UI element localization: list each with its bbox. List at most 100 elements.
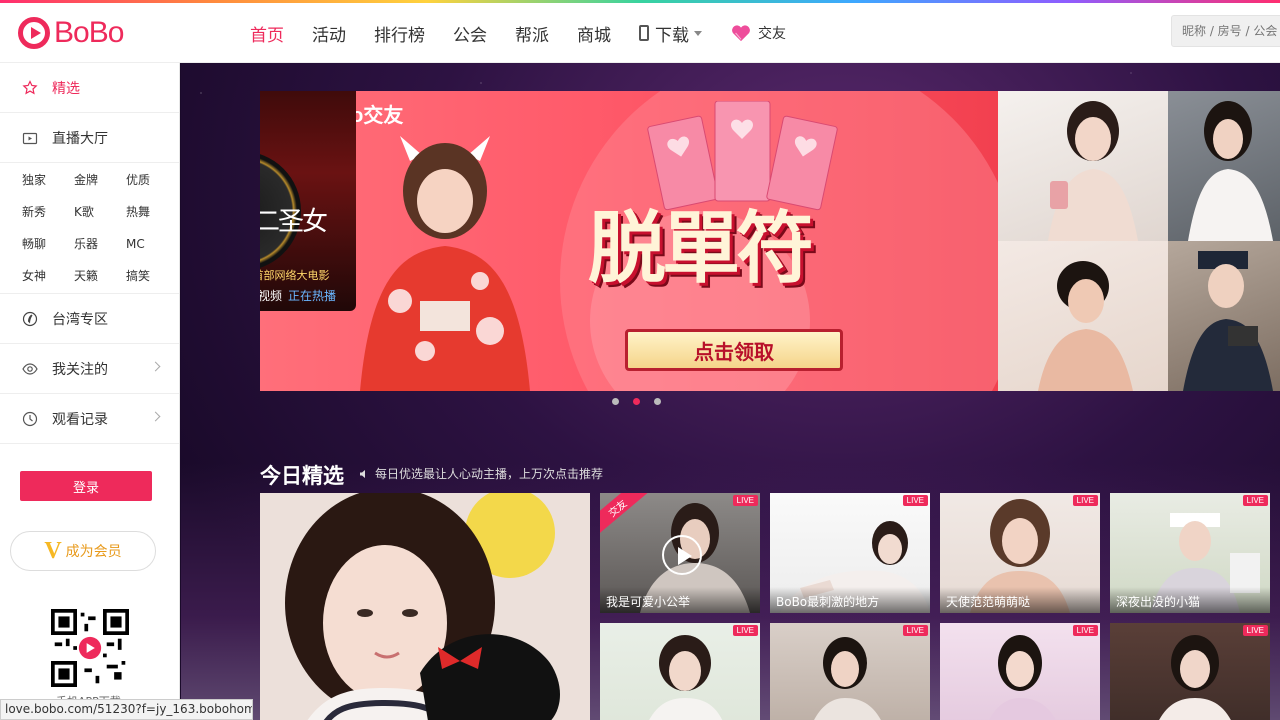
- thumbnail[interactable]: [1168, 241, 1280, 391]
- vip-v-icon: V: [44, 537, 62, 564]
- card-caption: 我是可爱小公举: [600, 587, 760, 613]
- poster-source: 腾讯视频 正在热播: [260, 287, 336, 304]
- browser-status-bar: love.bobo.com/51230?f=jy_163.bobohome: [0, 699, 253, 720]
- logo-text: BoBo: [54, 16, 124, 49]
- live-badge: LIVE: [902, 625, 928, 636]
- nav-home[interactable]: 首页: [250, 21, 284, 46]
- nav-download-label: 下载: [655, 25, 689, 46]
- category-exclusive[interactable]: 独家: [22, 169, 74, 191]
- app-qr-code: [51, 609, 129, 687]
- thumbnail[interactable]: [998, 91, 1168, 241]
- banner-headline: 脱單符: [588, 203, 814, 294]
- carousel-dot[interactable]: [654, 398, 661, 405]
- banner-thumbnails: [998, 91, 1280, 391]
- carousel-dot[interactable]: [633, 398, 640, 405]
- clock-icon: [22, 411, 38, 427]
- poster-status: 正在热播: [288, 289, 337, 303]
- carousel-dots: [605, 398, 668, 405]
- category-voice[interactable]: 天籁: [74, 265, 126, 287]
- chevron-right-icon: [150, 411, 161, 422]
- poster-caption: BoBo首部网络大电影: [260, 269, 330, 282]
- nav-guilds[interactable]: 公会: [453, 21, 487, 46]
- star-icon: [22, 79, 38, 96]
- category-dance[interactable]: 热舞: [126, 201, 178, 223]
- nav-clans[interactable]: 帮派: [515, 21, 549, 46]
- main-content: BoBo交友 脱單符 点击领取 十二圣女 BoBo首部网络大电影 腾讯视频 正在…: [181, 63, 1280, 720]
- sidebar-item-following[interactable]: 我关注的: [0, 344, 179, 394]
- logo-icon: [18, 17, 50, 49]
- nav-rankings[interactable]: 排行榜: [374, 21, 425, 46]
- card-caption: BoBo最刺激的地方: [770, 587, 930, 613]
- carousel-dot[interactable]: [612, 398, 619, 405]
- video-icon: [22, 130, 38, 146]
- stream-card[interactable]: LIVE 深夜出没的小猫: [1110, 493, 1270, 613]
- category-chat[interactable]: 畅聊: [22, 233, 74, 255]
- live-badge: LIVE: [1242, 625, 1268, 636]
- sidebar-item-featured[interactable]: 精选: [0, 63, 179, 113]
- poster-source-label: 腾讯视频: [260, 289, 283, 303]
- thumbnail[interactable]: [998, 241, 1168, 391]
- heart-icon: [730, 24, 752, 42]
- category-quality[interactable]: 优质: [126, 169, 178, 191]
- thumbnail[interactable]: [1168, 91, 1280, 241]
- search-input[interactable]: [1172, 16, 1280, 46]
- search-box: [1171, 15, 1280, 47]
- card-caption: 天使范范萌萌哒: [940, 587, 1100, 613]
- sidebar-item-label: 台湾专区: [52, 311, 108, 328]
- category-karaoke[interactable]: K歌: [74, 201, 126, 223]
- section-subtitle-text: 每日优选最让人心动主播，上万次点击推荐: [375, 467, 604, 481]
- stream-card[interactable]: LIVE BoBo最刺激的地方: [770, 493, 930, 613]
- main-nav: 首页 活动 排行榜 公会 帮派 商城 下载 交友: [250, 3, 814, 63]
- live-badge: LIVE: [1242, 495, 1268, 506]
- section-title: 今日精选: [260, 464, 344, 488]
- sidebar-item-taiwan[interactable]: 台湾专区: [0, 294, 179, 344]
- play-icon[interactable]: [662, 535, 702, 575]
- nav-download[interactable]: 下载: [639, 21, 702, 46]
- phone-icon: [639, 25, 649, 41]
- category-grid: 独家 金牌 优质 新秀 K歌 热舞 畅聊 乐器 MC 女神 天籁 搞笑: [0, 163, 179, 294]
- live-badge: LIVE: [902, 495, 928, 506]
- stream-card[interactable]: LIVE: [1110, 623, 1270, 720]
- category-newcomer[interactable]: 新秀: [22, 201, 74, 223]
- chevron-right-icon: [150, 361, 161, 372]
- featured-stream-card[interactable]: [260, 493, 590, 720]
- stream-card[interactable]: LIVE: [770, 623, 930, 720]
- stream-card[interactable]: 交友 LIVE 我是可爱小公举: [600, 493, 760, 613]
- stream-card[interactable]: LIVE 天使范范萌萌哒: [940, 493, 1100, 613]
- nav-friend[interactable]: 交友: [730, 23, 786, 43]
- section-subtitle: 每日优选最让人心动主播，上万次点击推荐: [359, 465, 603, 482]
- category-instrument[interactable]: 乐器: [74, 233, 126, 255]
- login-button[interactable]: 登录: [20, 471, 152, 501]
- claim-button[interactable]: 点击领取: [625, 329, 843, 371]
- category-goddess[interactable]: 女神: [22, 265, 74, 287]
- sidebar-item-live-hall[interactable]: 直播大厅: [0, 113, 179, 163]
- vip-label: 成为会员: [65, 544, 122, 560]
- nav-activities[interactable]: 活动: [312, 21, 346, 46]
- sidebar-item-label: 直播大厅: [52, 130, 108, 147]
- category-gold[interactable]: 金牌: [74, 169, 126, 191]
- eye-icon: [22, 361, 38, 377]
- nav-friend-label: 交友: [758, 26, 786, 42]
- category-comedy[interactable]: 搞笑: [126, 265, 178, 287]
- speaker-icon: [360, 469, 365, 478]
- chevron-down-icon: [694, 30, 702, 36]
- sidebar-item-label: 我关注的: [52, 361, 108, 378]
- nav-shop[interactable]: 商城: [577, 21, 611, 46]
- sidebar-item-history[interactable]: 观看记录: [0, 394, 179, 444]
- stream-card[interactable]: LIVE: [600, 623, 760, 720]
- sidebar-item-label: 精选: [52, 80, 80, 97]
- logo[interactable]: BoBo: [18, 15, 124, 51]
- poster-title: 十二圣女: [260, 207, 328, 237]
- live-badge: LIVE: [1072, 625, 1098, 636]
- live-badge: LIVE: [732, 625, 758, 636]
- sidebar: 精选 直播大厅 独家 金牌 优质 新秀 K歌 热舞 畅聊 乐器 MC 女神 天籁…: [0, 63, 180, 720]
- banner-model-illustration: [360, 136, 530, 391]
- header: BoBo 首页 活动 排行榜 公会 帮派 商城 下载 交友: [0, 3, 1280, 63]
- live-badge: LIVE: [1072, 495, 1098, 506]
- card-caption: 深夜出没的小猫: [1110, 587, 1270, 613]
- live-badge: LIVE: [732, 495, 758, 506]
- promo-banner[interactable]: BoBo交友 脱單符 点击领取 十二圣女 BoBo首部网络大电影 腾讯视频 正在…: [260, 91, 998, 391]
- stream-card[interactable]: LIVE: [940, 623, 1100, 720]
- become-vip-button[interactable]: V 成为会员: [10, 531, 156, 571]
- category-mc[interactable]: MC: [126, 233, 178, 255]
